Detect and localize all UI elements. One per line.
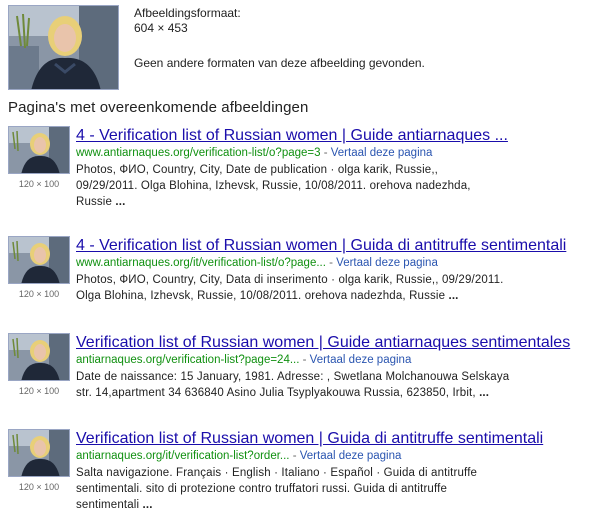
woman-photo-image (9, 430, 69, 476)
translate-page-link[interactable]: Vertaal deze pagina (300, 450, 402, 462)
url-separator: - (289, 450, 300, 462)
snippet-ellipsis: ... (448, 290, 459, 302)
snippet-line: Olga Blohina, Izhevsk, Russie, 10/08/201… (76, 290, 449, 302)
snippet-ellipsis: ... (479, 387, 490, 399)
translate-page-link[interactable]: Vertaal deze pagina (331, 147, 433, 159)
result-item: 120 × 100 Verification list of Russian w… (0, 429, 597, 519)
result-url: www.antiarnaques.org/verification-list/o… (76, 147, 321, 159)
result-snippet: Date de naissance: 15 January, 1981. Adr… (76, 369, 594, 401)
result-item: 120 × 100 4 - Verification list of Russi… (0, 236, 597, 326)
result-snippet: Photos, ФИО, Country, City, Data di inse… (76, 272, 594, 304)
snippet-line: sentimentali. sito di protezione contro … (76, 483, 448, 495)
result-title-link[interactable]: Verification list of Russian women | Gui… (76, 333, 570, 352)
result-thumbnail[interactable] (8, 126, 70, 174)
result-url: antiarnaques.org/it/verification-list?or… (76, 450, 290, 462)
result-thumbnail[interactable] (8, 429, 70, 477)
result-title-link[interactable]: Verification list of Russian women | Gui… (76, 429, 543, 448)
snippet-line: Photos, ФИО, Country, City, Date de publ… (76, 164, 439, 176)
snippet-line: Photos, ФИО, Country, City, Data di inse… (76, 274, 504, 286)
snippet-line: Russie (76, 196, 116, 208)
url-separator: - (325, 257, 337, 269)
translate-page-link[interactable]: Vertaal deze pagina (310, 354, 412, 366)
woman-photo-image (9, 127, 69, 173)
result-title-link[interactable]: 4 - Verification list of Russian women |… (76, 236, 566, 255)
result-item: 120 × 100 Verification list of Russian w… (0, 333, 597, 423)
result-snippet: Photos, ФИО, Country, City, Date de publ… (76, 162, 594, 210)
other-sizes-text: Geen andere formaten van deze afbeelding… (134, 56, 425, 70)
result-title-link[interactable]: 4 - Verification list of Russian women |… (76, 126, 508, 145)
snippet-line: 09/29/2011. Olga Blohina, Izhevsk, Russi… (76, 180, 471, 192)
woman-photo-image (9, 237, 69, 283)
result-snippet: Salta navigazione. Français · English · … (76, 465, 594, 513)
snippet-line: str. 14,apartment 34 636840 Asino Julia … (76, 387, 480, 399)
snippet-ellipsis: ... (142, 499, 153, 511)
result-url: www.antiarnaques.org/it/verification-lis… (76, 257, 326, 269)
result-thumbnail[interactable] (8, 236, 70, 284)
snippet-line: Salta navigazione. Français · English · … (76, 467, 478, 479)
image-info: Afbeeldingsformaat: 604 × 453 Geen ander… (134, 6, 425, 71)
format-label: Afbeeldingsformaat: (134, 6, 241, 20)
woman-photo-image (9, 334, 69, 380)
snippet-line: Date de naissance: 15 January, 1981. Adr… (76, 371, 510, 383)
result-item: 120 × 100 4 - Verification list of Russi… (0, 126, 597, 216)
thumbnail-size: 120 × 100 (18, 179, 60, 189)
thumbnail-size: 120 × 100 (18, 386, 60, 396)
source-image-thumbnail[interactable] (8, 5, 119, 90)
section-title: Pagina's met overeenkomende afbeeldingen (8, 99, 309, 116)
woman-photo-image (9, 6, 118, 89)
result-url: antiarnaques.org/verification-list?page=… (76, 354, 300, 366)
thumbnail-size: 120 × 100 (18, 289, 60, 299)
translate-page-link[interactable]: Vertaal deze pagina (336, 257, 438, 269)
snippet-ellipsis: ... (115, 196, 126, 208)
result-thumbnail[interactable] (8, 333, 70, 381)
url-separator: - (299, 354, 310, 366)
image-search-results: Afbeeldingsformaat: 604 × 453 Geen ander… (0, 0, 597, 528)
url-separator: - (320, 147, 331, 159)
snippet-line: sentimentali (76, 499, 143, 511)
image-dimensions: 604 × 453 (134, 21, 188, 35)
thumbnail-size: 120 × 100 (18, 482, 60, 492)
